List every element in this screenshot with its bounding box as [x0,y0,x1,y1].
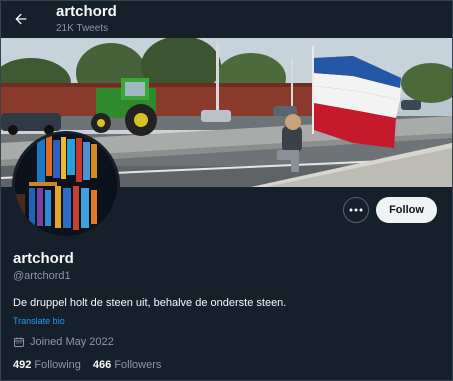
profile-header: artchord 21K Tweets [0,0,453,38]
following-label: Following [34,359,81,371]
header-name: artchord [56,3,117,20]
translate-bio-link[interactable]: Translate bio [13,316,65,326]
more-dots-icon [349,208,363,212]
arrow-left-icon [15,13,27,25]
followers-link[interactable]: 466 Followers [93,359,162,371]
profile-handle: @artchord1 [13,270,71,282]
joined-text: Joined May 2022 [30,336,114,348]
following-count: 492 [13,359,32,371]
avatar-image [15,134,117,236]
calendar-icon [14,337,24,347]
followers-count: 466 [92,359,112,371]
avatar[interactable] [12,131,120,239]
back-button[interactable] [10,8,32,30]
followers-label: Followers [114,359,162,371]
joined-date: Joined May 2022 [13,336,114,348]
following-link[interactable]: 492 Following [13,359,81,371]
more-options-button[interactable] [343,197,369,223]
profile-name: artchord [13,250,74,267]
profile-bio: De druppel holt de steen uit, behalve de… [13,297,287,309]
tweet-count: 21K Tweets [56,23,109,34]
follow-button[interactable]: Follow [376,197,437,223]
follow-stats: 492 Following 466 Followers [13,359,161,371]
